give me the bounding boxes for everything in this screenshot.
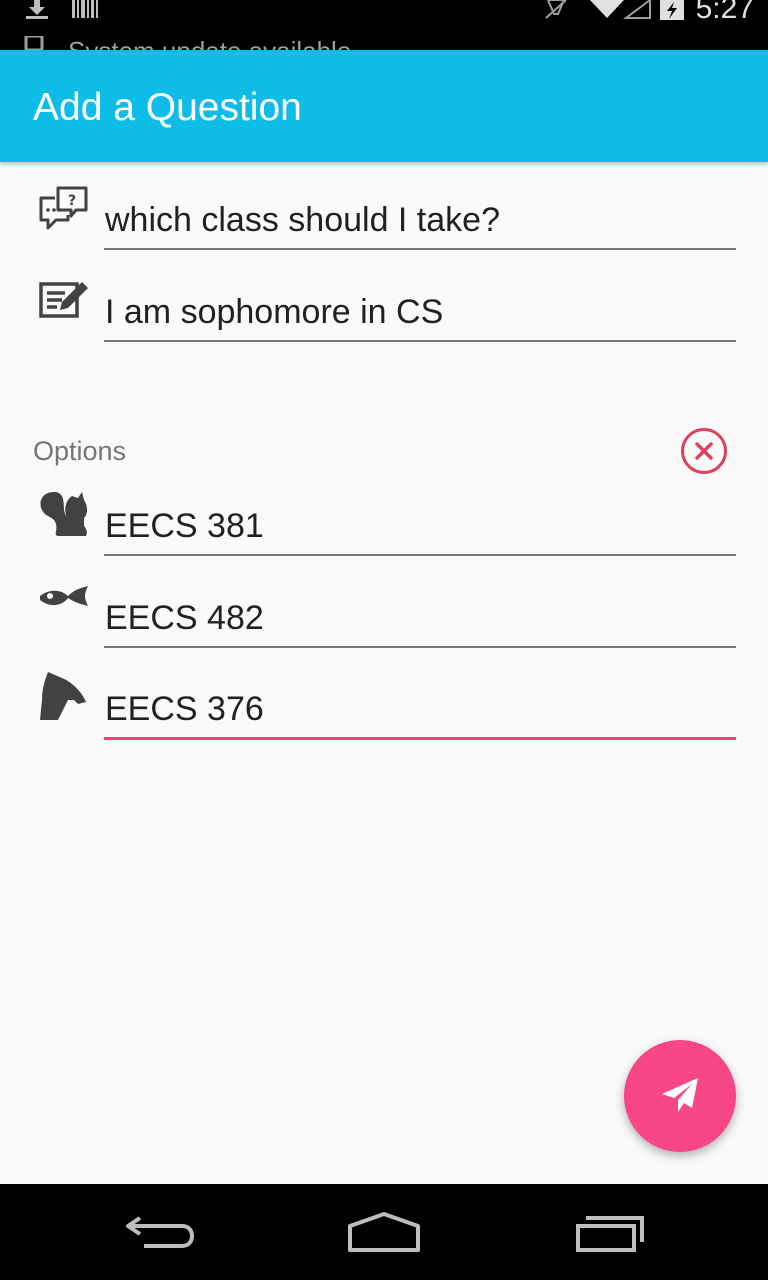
clock: 5:27 <box>695 0 754 25</box>
navigation-bar <box>0 1184 768 1280</box>
cell-signal-icon <box>623 0 651 19</box>
battery-charging-icon <box>660 0 684 20</box>
back-icon[interactable] <box>124 1212 196 1252</box>
question-input-value: which class should I take? <box>105 201 500 239</box>
knight-icon <box>40 672 86 720</box>
home-icon[interactable] <box>346 1212 422 1252</box>
send-icon <box>662 1078 698 1112</box>
recents-icon[interactable] <box>574 1212 646 1252</box>
app-bar: Add a Question <box>0 50 768 162</box>
question-bubble-icon: ? <box>39 186 88 230</box>
option-input-1[interactable]: EECS 381 <box>104 494 736 556</box>
svg-text:?: ? <box>68 193 76 209</box>
description-input[interactable]: I am sophomore in CS <box>104 280 736 342</box>
options-label: Options <box>33 436 127 466</box>
barcode-icon <box>72 0 98 18</box>
no-signal-icon <box>545 0 567 19</box>
option-input-3[interactable]: EECS 376 <box>104 678 736 740</box>
wifi-icon <box>590 0 624 18</box>
notification-icon <box>24 36 44 50</box>
send-button[interactable] <box>624 1040 736 1152</box>
page-title: Add a Question <box>33 86 302 129</box>
option-input-2[interactable]: EECS 482 <box>104 586 736 648</box>
download-icon <box>26 0 48 19</box>
notification-text: System update available <box>68 36 351 50</box>
option-input-3-value: EECS 376 <box>105 690 264 728</box>
edit-note-icon <box>39 282 88 318</box>
close-circle-icon[interactable] <box>680 427 728 475</box>
description-input-value: I am sophomore in CS <box>105 293 444 331</box>
squirrel-icon <box>40 492 87 536</box>
fish-icon <box>40 586 88 606</box>
question-input[interactable]: which class should I take? <box>104 188 736 250</box>
option-input-2-value: EECS 482 <box>105 599 264 637</box>
option-input-1-value: EECS 381 <box>105 507 264 545</box>
status-bar: 5:27 System update available <box>0 0 768 50</box>
